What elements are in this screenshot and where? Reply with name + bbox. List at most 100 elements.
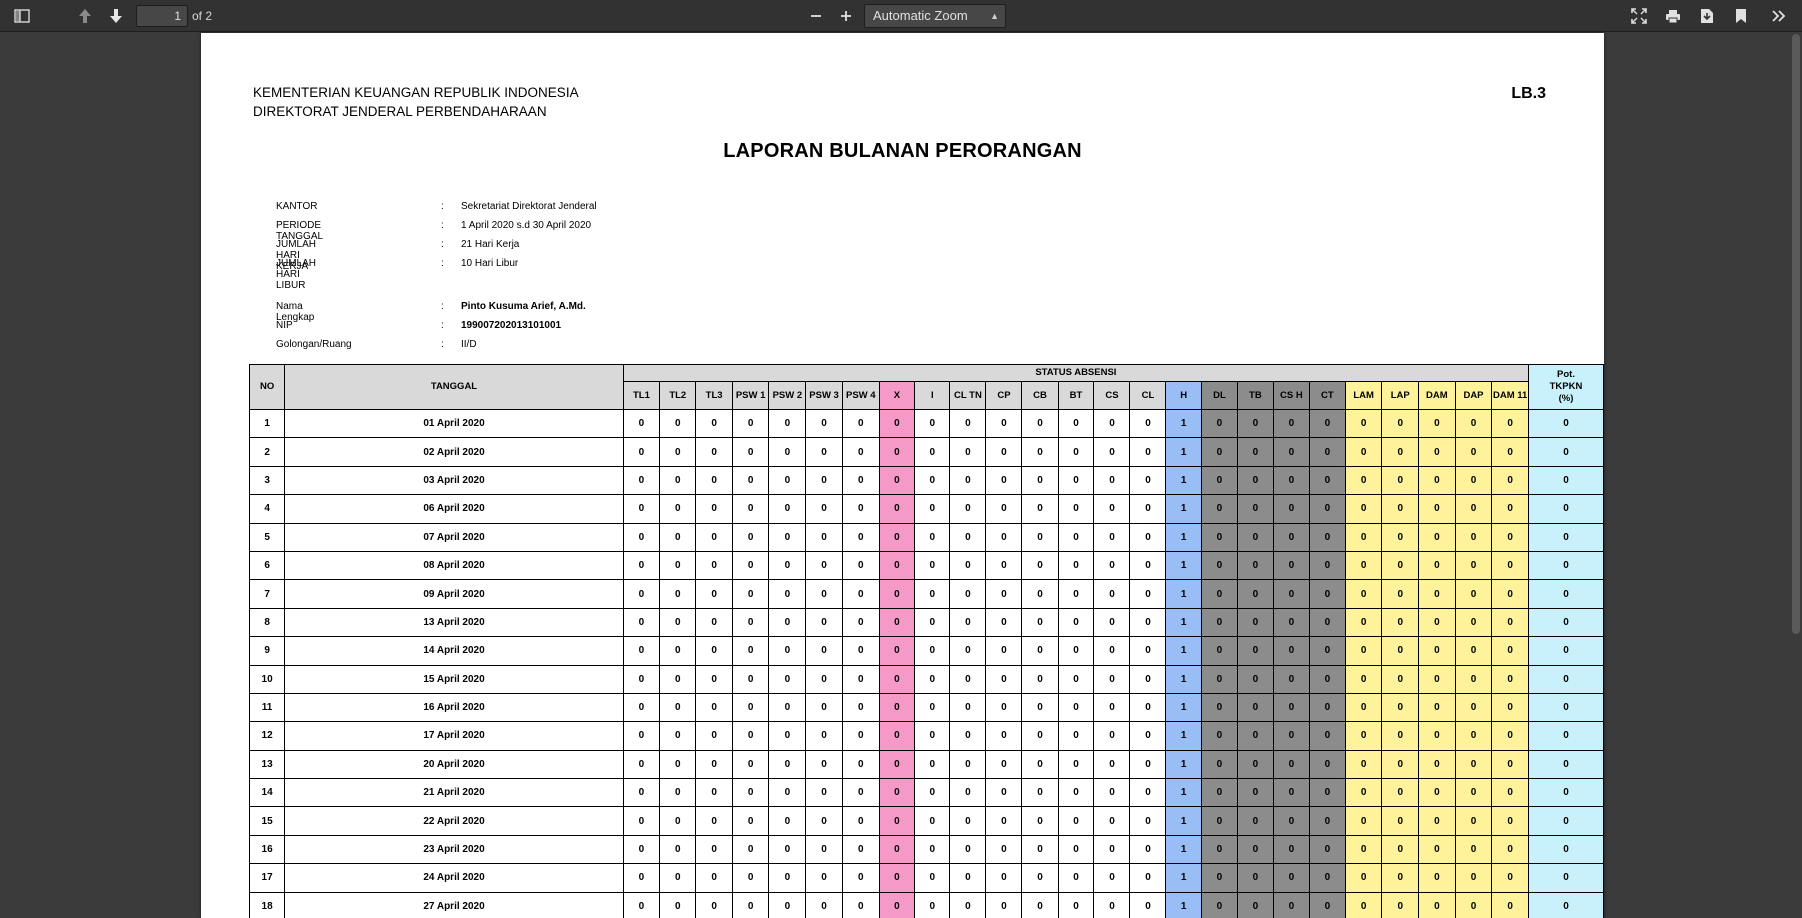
status-cell: 0 — [622, 749, 661, 780]
status-cell: 0 — [1129, 437, 1167, 467]
status-cell: 0 — [841, 636, 880, 666]
table-row: 14 21 April 2020 0 0 0 0 0 0 0 0 0 0 0 0 0 0 0 1 0 0 0 0 0 0 0 0 0… — [248, 778, 1604, 808]
status-cell: 0 — [949, 437, 987, 467]
status-cell: 1 — [1165, 437, 1202, 467]
status-cell: 0 — [1308, 863, 1346, 893]
sidebar-toggle-icon[interactable] — [8, 3, 36, 29]
bookmark-icon[interactable] — [1727, 3, 1755, 29]
tools-chevron-icon[interactable] — [1765, 3, 1793, 29]
status-cell: 0 — [1491, 806, 1529, 836]
status-cell: 0 — [768, 692, 807, 723]
pot-tkpkn-cell: 0 — [1528, 834, 1604, 865]
status-cell: 0 — [659, 778, 697, 808]
status-cell: 0 — [1344, 778, 1383, 808]
status-cell: 1 — [1165, 550, 1202, 581]
status-column-header: H — [1165, 381, 1202, 410]
presentation-mode-icon[interactable] — [1625, 3, 1653, 29]
status-cell: 0 — [1381, 778, 1419, 808]
status-cell: 0 — [1344, 579, 1383, 609]
status-cell: 0 — [1272, 692, 1310, 723]
info-colon: : — [441, 201, 444, 212]
pdf-toolbar: 1 of 2 Automatic Zoom ▲ — [0, 0, 1802, 32]
status-cell: 0 — [768, 607, 807, 638]
no-header: NO — [248, 364, 286, 410]
status-cell: 0 — [1272, 465, 1310, 496]
status-cell: 0 — [914, 550, 951, 581]
org-line-2: DIREKTORAT JENDERAL PERBENDAHARAAN — [253, 104, 547, 119]
status-cell: 0 — [949, 664, 987, 694]
pot-tkpkn-cell: 0 — [1528, 465, 1604, 496]
status-cell: 1 — [1165, 465, 1202, 496]
status-cell: 0 — [1381, 437, 1419, 467]
next-page-icon[interactable] — [102, 3, 130, 29]
status-cell: 0 — [949, 522, 987, 552]
status-cell: 0 — [695, 891, 733, 918]
status-cell: 0 — [695, 749, 733, 780]
status-column-header: CS — [1093, 381, 1131, 410]
status-cell: 0 — [1381, 834, 1419, 865]
form-code: LB.3 — [1511, 85, 1546, 102]
status-cell: 0 — [1129, 834, 1167, 865]
status-cell: 1 — [1165, 778, 1202, 808]
status-cell: 0 — [1093, 891, 1131, 918]
status-column-header: PSW 3 — [805, 381, 843, 410]
status-cell: 0 — [1454, 465, 1493, 496]
status-cell: 0 — [1417, 607, 1456, 638]
status-cell: 0 — [731, 636, 770, 666]
status-cell: 0 — [659, 749, 697, 780]
status-cell: 0 — [1200, 494, 1238, 524]
row-number: 8 — [248, 607, 286, 638]
status-cell: 0 — [1272, 494, 1310, 524]
status-cell: 0 — [1057, 494, 1095, 524]
status-column-header: TL2 — [659, 381, 697, 410]
zoom-in-icon[interactable] — [832, 3, 860, 29]
download-icon[interactable] — [1693, 3, 1721, 29]
status-cell: 0 — [1272, 806, 1310, 836]
zoom-select[interactable]: Automatic Zoom ▲ — [864, 4, 1006, 28]
status-cell: 0 — [914, 778, 951, 808]
status-cell: 1 — [1165, 749, 1202, 780]
status-cell: 0 — [659, 636, 697, 666]
print-icon[interactable] — [1659, 3, 1687, 29]
status-cell: 0 — [659, 692, 697, 723]
status-cell: 0 — [841, 550, 880, 581]
status-cell: 1 — [1165, 692, 1202, 723]
status-cell: 0 — [768, 721, 807, 751]
status-cell: 0 — [1454, 522, 1493, 552]
status-cell: 0 — [1129, 522, 1167, 552]
status-cell: 0 — [949, 721, 987, 751]
status-cell: 0 — [878, 834, 916, 865]
status-cell: 0 — [1381, 891, 1419, 918]
status-cell: 0 — [1454, 664, 1493, 694]
zoom-out-icon[interactable] — [802, 3, 830, 29]
status-column-header: DAP — [1454, 381, 1493, 410]
status-cell: 0 — [1344, 636, 1383, 666]
status-cell: 0 — [768, 834, 807, 865]
status-cell: 0 — [841, 721, 880, 751]
status-cell: 0 — [985, 891, 1023, 918]
status-cell: 0 — [805, 834, 843, 865]
status-cell: 0 — [695, 806, 733, 836]
status-cell: 0 — [1057, 863, 1095, 893]
status-cell: 0 — [1344, 721, 1383, 751]
status-cell: 0 — [878, 721, 916, 751]
status-cell: 0 — [1272, 863, 1310, 893]
status-cell: 0 — [1454, 721, 1493, 751]
previous-page-icon[interactable] — [71, 3, 99, 29]
pot-tkpkn-cell: 0 — [1528, 863, 1604, 893]
status-cell: 0 — [1491, 834, 1529, 865]
table-row: 10 15 April 2020 0 0 0 0 0 0 0 0 0 0 0 0 0 0 0 1 0 0 0 0 0 0 0 0 0… — [248, 664, 1604, 694]
pot-tkpkn-cell: 0 — [1528, 664, 1604, 694]
page-number-input[interactable]: 1 — [136, 5, 188, 27]
status-cell: 0 — [1454, 579, 1493, 609]
table-row: 18 27 April 2020 0 0 0 0 0 0 0 0 0 0 0 0 0 0 0 1 0 0 0 0 0 0 0 0 0… — [248, 891, 1604, 918]
status-cell: 1 — [1165, 522, 1202, 552]
scrollbar-thumb[interactable] — [1792, 34, 1800, 634]
info-colon: : — [441, 239, 444, 250]
status-cell: 0 — [805, 522, 843, 552]
status-cell: 0 — [768, 863, 807, 893]
status-cell: 0 — [1308, 778, 1346, 808]
status-cell: 0 — [914, 408, 951, 439]
status-cell: 0 — [985, 664, 1023, 694]
row-date: 22 April 2020 — [284, 806, 624, 836]
